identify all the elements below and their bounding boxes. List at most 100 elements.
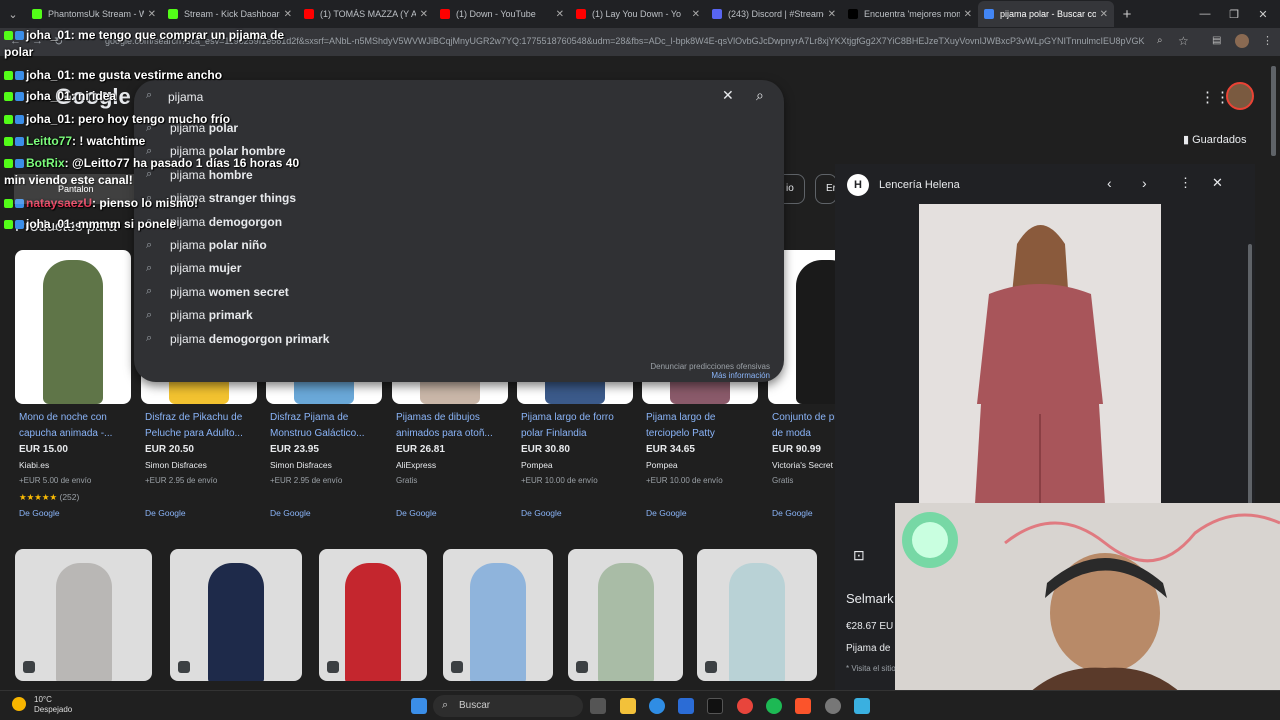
product-source[interactable]: De Google (646, 508, 687, 518)
obs-icon[interactable] (825, 698, 841, 714)
task-view-icon[interactable] (590, 698, 606, 714)
minimize-button[interactable]: — (1189, 0, 1221, 28)
browser-tab[interactable]: pijama polar - Buscar con ✕ (978, 1, 1114, 27)
app-y-icon[interactable] (707, 698, 723, 714)
brave-icon[interactable] (795, 698, 811, 714)
account-avatar[interactable] (1226, 82, 1254, 110)
product-image[interactable] (15, 250, 131, 404)
chat-username[interactable]: joha_01 (26, 217, 71, 231)
search-suggestion[interactable]: ⌕ pijama demogorgon primark (146, 328, 329, 350)
search-suggestion[interactable]: ⌕ pijama women secret (146, 281, 289, 303)
store-name[interactable]: Lencería Helena (879, 179, 960, 191)
chevron-left-icon[interactable]: ‹ (1107, 175, 1112, 191)
zoom-icon[interactable]: ⌕ (1157, 35, 1163, 46)
thumbnail-figure (208, 563, 264, 681)
tab-close-icon[interactable]: ✕ (828, 9, 836, 20)
image-result-thumbnail[interactable] (170, 549, 302, 681)
tab-close-icon[interactable]: ✕ (1100, 9, 1108, 20)
tab-search-button[interactable]: ⌄ (0, 3, 26, 25)
product-source[interactable]: De Google (521, 508, 562, 518)
more-info-link[interactable]: Más información (650, 371, 770, 380)
maximize-button[interactable]: ❐ (1218, 0, 1250, 28)
page-scrollbar[interactable] (1271, 66, 1276, 156)
browser-tab[interactable]: (243) Discord | #Streamer ✕ (706, 1, 842, 27)
lens-icon[interactable] (178, 661, 190, 673)
chat-username[interactable]: joha_01 (26, 89, 71, 103)
chat-username[interactable]: BotRix (26, 156, 65, 170)
chat-username[interactable]: joha_01 (26, 68, 71, 82)
search-suggestion[interactable]: ⌕ pijama primark (146, 304, 253, 326)
product-source[interactable]: De Google (19, 508, 60, 518)
image-result-thumbnail[interactable] (319, 549, 427, 681)
browser-tab[interactable]: Encuentra 'mejores mom ✕ (842, 1, 978, 27)
side-scrollbar[interactable] (1248, 244, 1252, 544)
tab-close-icon[interactable]: ✕ (284, 9, 292, 20)
saved-link[interactable]: ▮ Guardados (1183, 133, 1247, 146)
browser-tab[interactable]: (1) Down - YouTube ✕ (434, 1, 570, 27)
tab-close-icon[interactable]: ✕ (692, 9, 700, 20)
report-predictions-link[interactable]: Denunciar predicciones ofensivas (650, 362, 770, 371)
image-result-thumbnail[interactable] (443, 549, 553, 681)
windows-start-icon[interactable] (411, 698, 427, 714)
chevron-right-icon[interactable]: › (1142, 175, 1147, 191)
product-title[interactable]: Pijama largo de forro polar Finlandia (521, 410, 633, 442)
chat-message: Leitto77: ! watchtime (4, 134, 145, 148)
lens-icon[interactable]: ⊡ (853, 547, 865, 564)
product-title[interactable]: Disfraz de Pikachu de Peluche para Adult… (145, 410, 257, 442)
search-icon: ⌕ (442, 699, 449, 711)
lens-icon[interactable] (576, 661, 588, 673)
store-icon[interactable] (678, 698, 694, 714)
product-image[interactable] (919, 204, 1161, 504)
chrome-icon[interactable] (737, 698, 753, 714)
spotify-icon[interactable] (766, 698, 782, 714)
file-explorer-icon[interactable] (620, 698, 636, 714)
search-suggestion[interactable]: ⌕ pijama mujer (146, 257, 241, 279)
product-source[interactable]: De Google (145, 508, 186, 518)
merchant-name[interactable]: Selmark (846, 591, 894, 606)
close-panel-icon[interactable]: ✕ (1212, 175, 1223, 191)
browser-menu-icon[interactable]: ⋮ (1262, 34, 1273, 47)
chat-username[interactable]: joha_01 (26, 112, 71, 126)
product-card[interactable]: Mono de noche con capucha animada -... EU… (15, 250, 131, 528)
product-source[interactable]: De Google (396, 508, 437, 518)
lens-icon[interactable] (705, 661, 717, 673)
product-title[interactable]: Disfraz Pijama de Monstruo Galáctico... (270, 410, 382, 442)
clear-search-icon[interactable]: ✕ (722, 87, 734, 104)
browser-tab[interactable]: (1) Lay You Down - Yo ✕ (570, 1, 706, 27)
tab-close-icon[interactable]: ✕ (556, 9, 564, 20)
image-result-thumbnail[interactable] (697, 549, 817, 681)
product-title[interactable]: Mono de noche con capucha animada -... (19, 410, 131, 442)
profile-avatar[interactable] (1235, 34, 1249, 48)
badge-icon (4, 71, 13, 80)
browser-tab[interactable]: (1) TOMÁS MAZZA (Y ALG ✕ (298, 1, 434, 27)
product-title[interactable]: Pijamas de dibujos animados para otoñ... (396, 410, 508, 442)
lens-icon[interactable] (451, 661, 463, 673)
lens-icon[interactable] (327, 661, 339, 673)
product-title[interactable]: Pijama largo de terciopelo Patty (646, 410, 758, 442)
edge-icon[interactable] (649, 698, 665, 714)
weather-widget[interactable]: 10°C Despejado (12, 695, 72, 715)
notepad-icon[interactable] (854, 698, 870, 714)
browser-tab[interactable]: PhantomsUk Stream - Wa ✕ (26, 1, 162, 27)
taskbar-search[interactable]: ⌕ Buscar (433, 695, 583, 717)
product-source[interactable]: De Google (772, 508, 813, 518)
badge-icon (4, 159, 13, 168)
chat-username[interactable]: joha_01 (26, 28, 71, 42)
tab-close-icon[interactable]: ✕ (964, 9, 972, 20)
search-submit-icon[interactable]: ⌕ (756, 87, 764, 104)
image-result-thumbnail[interactable] (568, 549, 683, 681)
bookmark-star-icon[interactable]: ☆ (1178, 34, 1189, 48)
browser-tab[interactable]: Stream - Kick Dashboard ✕ (162, 1, 298, 27)
tab-close-icon[interactable]: ✕ (148, 9, 156, 20)
lens-icon[interactable] (23, 661, 35, 673)
more-options-icon[interactable]: ⋮ (1179, 175, 1192, 191)
filter-chip[interactable]: Er (815, 174, 837, 204)
new-tab-button[interactable]: + (1114, 6, 1140, 23)
chat-overlay-image: Pantalon (14, 174, 134, 204)
close-window-button[interactable]: ✕ (1247, 0, 1279, 28)
chat-username[interactable]: Leitto77 (26, 134, 72, 148)
image-result-thumbnail[interactable] (15, 549, 152, 681)
tab-close-icon[interactable]: ✕ (420, 9, 428, 20)
extensions-icon[interactable]: ▤ (1212, 35, 1221, 46)
product-source[interactable]: De Google (270, 508, 311, 518)
